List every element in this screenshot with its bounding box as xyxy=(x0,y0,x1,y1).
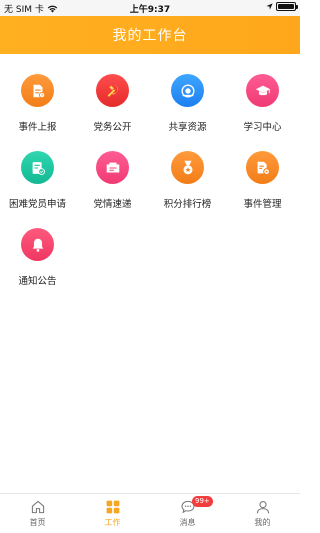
tile-label: 事件管理 xyxy=(243,199,282,210)
grid-apps-icon xyxy=(106,500,119,514)
tab-label: 工作 xyxy=(104,518,121,527)
tab-label: 首页 xyxy=(29,518,46,527)
tab-home[interactable]: 首页 xyxy=(0,494,75,533)
tile-label: 事件上报 xyxy=(18,122,57,133)
tile-notice[interactable]: 通知公告 xyxy=(0,224,75,301)
express-message-icon xyxy=(96,151,129,184)
tab-profile[interactable]: 我的 xyxy=(225,494,300,533)
tile-label: 积分排行榜 xyxy=(163,199,212,210)
tile-event-report[interactable]: 事件上报 xyxy=(0,70,75,147)
tab-work[interactable]: 工作 xyxy=(75,494,150,533)
party-emblem-icon xyxy=(96,74,129,107)
share-resource-icon xyxy=(171,74,204,107)
location-arrow-icon xyxy=(266,3,273,10)
bottom-tab-bar: 首页 工作 99+ 消息 我的 xyxy=(0,493,300,533)
bell-icon xyxy=(21,228,54,261)
battery-fill xyxy=(278,4,294,9)
tile-party-express[interactable]: 党情速递 xyxy=(75,147,150,224)
battery-icon xyxy=(276,2,298,11)
status-bar: 无 SIM 卡 上午9:37 xyxy=(0,0,300,16)
tile-label: 学习中心 xyxy=(243,122,282,133)
tile-label: 通知公告 xyxy=(18,276,57,287)
status-time: 上午9:37 xyxy=(129,5,171,15)
tile-shared-resources[interactable]: 共享资源 xyxy=(150,70,225,147)
tab-label: 消息 xyxy=(179,518,196,527)
page-header: 我的工作台 xyxy=(0,16,300,54)
tile-label: 困难党员申请 xyxy=(8,199,66,210)
tile-event-management[interactable]: 事件管理 xyxy=(225,147,300,224)
tile-party-affairs[interactable]: 党务公开 xyxy=(75,70,150,147)
user-icon xyxy=(256,501,269,514)
workbench-grid: 事件上报 党务公开 共享资源 学习中心 困难党员申请 党情速递 积分排行榜 事件… xyxy=(0,70,300,301)
tab-messages[interactable]: 99+ 消息 xyxy=(150,494,225,533)
page-title: 我的工作台 xyxy=(112,28,188,44)
tile-label: 党情速递 xyxy=(93,199,132,210)
status-right xyxy=(266,2,298,11)
tile-label: 共享资源 xyxy=(168,122,207,133)
tile-label: 党务公开 xyxy=(93,122,132,133)
unread-badge: 99+ xyxy=(192,496,213,507)
graduation-cap-icon xyxy=(246,74,279,107)
tile-learning-center[interactable]: 学习中心 xyxy=(225,70,300,147)
medal-icon xyxy=(171,151,204,184)
tile-hardship-application[interactable]: 困难党员申请 xyxy=(0,147,75,224)
document-settings-icon xyxy=(246,151,279,184)
tab-label: 我的 xyxy=(254,518,271,527)
tile-points-ranking[interactable]: 积分排行榜 xyxy=(150,147,225,224)
home-icon xyxy=(31,500,44,514)
report-document-icon xyxy=(21,74,54,107)
application-form-icon xyxy=(21,151,54,184)
